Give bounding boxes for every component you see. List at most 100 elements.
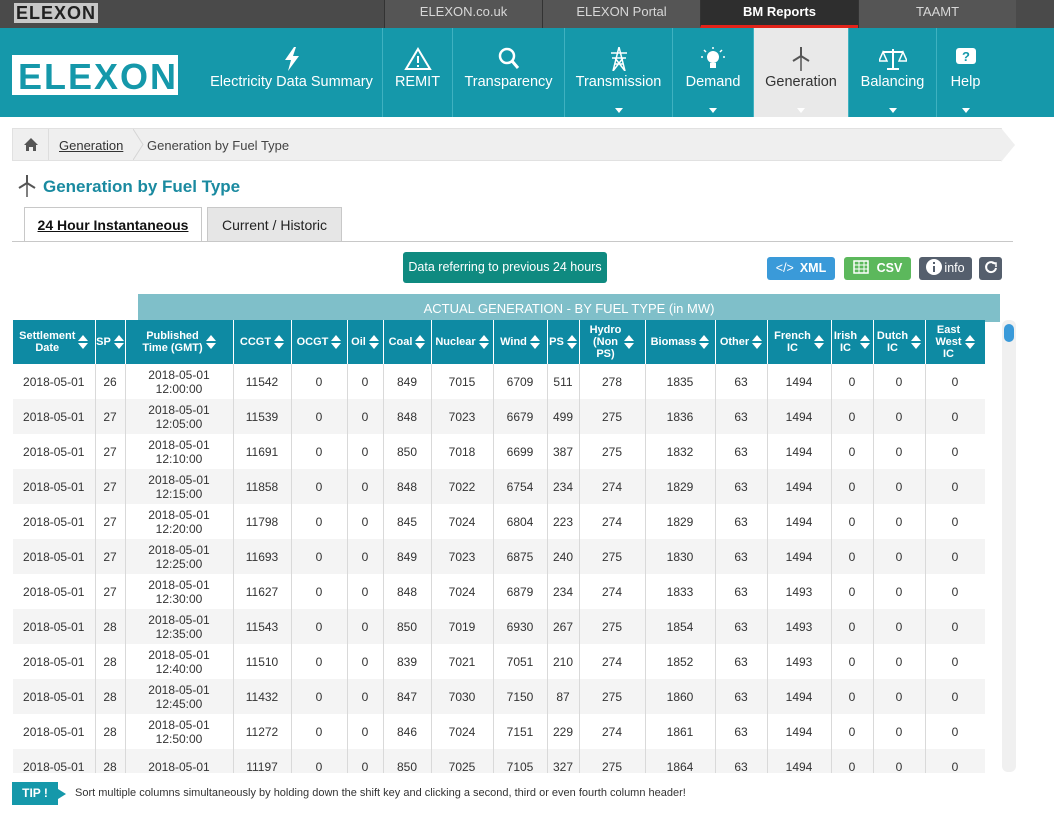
elexon-logo[interactable]: ELEXON: [12, 53, 178, 97]
cell-value: 275: [601, 619, 623, 634]
toptab-elexon-portal[interactable]: ELEXON Portal: [542, 0, 700, 28]
column-header[interactable]: Settlement Date: [13, 320, 96, 364]
table-cell: 63: [715, 539, 768, 574]
column-header[interactable]: Irish IC: [831, 320, 874, 364]
column-header[interactable]: Hydro (Non PS): [579, 320, 646, 364]
mini-logo[interactable]: ELEXON: [14, 3, 99, 23]
cell-value: 1854: [666, 619, 694, 634]
cell-value: 0: [361, 689, 369, 704]
xml-button[interactable]: </> XML: [767, 257, 835, 280]
sort-icon[interactable]: [813, 335, 824, 349]
cell-value: 0: [895, 654, 903, 669]
toptab-elexon-co-uk[interactable]: ELEXON.co.uk: [384, 0, 542, 28]
nav-generation[interactable]: Generation: [753, 28, 848, 117]
column-header[interactable]: OCGT: [291, 320, 348, 364]
cell-value: 0: [315, 514, 323, 529]
breadcrumb-generation-link[interactable]: Generation: [59, 138, 123, 153]
tab-current-historic[interactable]: Current / Historic: [207, 207, 342, 242]
table-row: 2018-05-01 28 2018-05-01 12:50:00 11272 0 0 846…: [13, 714, 985, 749]
column-header[interactable]: Oil: [347, 320, 384, 364]
cell-value: 2018-05-01: [23, 759, 85, 774]
sort-icon[interactable]: [78, 335, 89, 349]
info-button[interactable]: info: [919, 257, 972, 280]
table-cell: 28: [95, 714, 126, 749]
scrollbar-thumb[interactable]: [1004, 324, 1014, 342]
table-cell: 0: [925, 679, 985, 714]
table-scrollbar[interactable]: [1002, 320, 1016, 772]
cell-value: 7030: [448, 689, 476, 704]
sort-icon[interactable]: [368, 335, 379, 349]
column-header[interactable]: Coal: [383, 320, 432, 364]
toptab-bm-reports[interactable]: BM Reports: [700, 0, 858, 28]
column-header[interactable]: Other: [715, 320, 768, 364]
column-header[interactable]: Published Time (GMT): [125, 320, 234, 364]
table-cell: 0: [831, 364, 874, 399]
cell-value: 7015: [448, 374, 476, 389]
table-cell: 27: [95, 399, 126, 434]
column-header[interactable]: Biomass: [645, 320, 716, 364]
cell-value: 0: [361, 654, 369, 669]
tab-24-hour-instantaneous[interactable]: 24 Hour Instantaneous: [24, 207, 202, 242]
sort-icon[interactable]: [205, 335, 216, 349]
cell-value: 7051: [506, 654, 534, 669]
table-cell: 848: [383, 469, 432, 504]
column-header[interactable]: East West IC: [925, 320, 985, 364]
table-row: 2018-05-01 27 2018-05-01 12:30:00 11627 0 0 848…: [13, 574, 985, 609]
refresh-button[interactable]: [979, 257, 1002, 280]
nav-remit[interactable]: REMIT: [382, 28, 452, 117]
cell-value: 845: [396, 514, 418, 529]
table-cell: 274: [579, 504, 646, 539]
sort-icon[interactable]: [415, 335, 426, 349]
cell-value: 0: [951, 619, 959, 634]
breadcrumb: Generation Generation by Fuel Type: [12, 128, 1015, 162]
column-header[interactable]: Wind: [493, 320, 548, 364]
table-cell: 0: [925, 609, 985, 644]
nav-balancing[interactable]: Balancing: [848, 28, 936, 117]
nav-help[interactable]: ? Help: [936, 28, 994, 117]
sort-icon[interactable]: [331, 335, 342, 349]
nav-label: Electricity Data Summary: [210, 74, 373, 90]
table-cell: 0: [831, 539, 874, 574]
cell-value: 0: [315, 689, 323, 704]
nav-electricity-data-summary[interactable]: Electricity Data Summary: [201, 28, 382, 117]
cell-value: 2018-05-01: [148, 759, 210, 774]
table-cell: 6699: [493, 434, 548, 469]
column-header[interactable]: Dutch IC: [873, 320, 926, 364]
sort-icon[interactable]: [911, 335, 922, 349]
nav-demand[interactable]: Demand: [672, 28, 753, 117]
cell-value: 0: [315, 409, 323, 424]
cell-value: 0: [895, 479, 903, 494]
sort-icon[interactable]: [113, 335, 124, 349]
sort-icon[interactable]: [752, 335, 763, 349]
sort-icon[interactable]: [860, 335, 871, 349]
sort-icon[interactable]: [566, 335, 577, 349]
column-header[interactable]: Nuclear: [431, 320, 494, 364]
column-header[interactable]: PS: [547, 320, 580, 364]
toptab-taamt[interactable]: TAAMT: [858, 0, 1016, 28]
cell-value: 12:15:00: [155, 486, 203, 501]
column-header[interactable]: SP: [95, 320, 126, 364]
table-cell: 0: [347, 399, 384, 434]
table-cell: 0: [831, 399, 874, 434]
home-icon[interactable]: [13, 129, 49, 160]
cell-value: 1832: [666, 444, 694, 459]
csv-button[interactable]: CSV: [844, 257, 911, 280]
nav-transmission[interactable]: Transmission: [564, 28, 672, 117]
nav-transparency[interactable]: Transparency: [452, 28, 564, 117]
cell-value: 2018-05-01: [148, 472, 210, 487]
cell-value: 0: [895, 514, 903, 529]
table-cell: 63: [715, 609, 768, 644]
sort-icon[interactable]: [964, 335, 975, 349]
sort-icon[interactable]: [274, 335, 285, 349]
sort-icon[interactable]: [478, 335, 489, 349]
cell-value: 11272: [245, 724, 279, 739]
sort-icon[interactable]: [529, 335, 540, 349]
column-header[interactable]: French IC: [767, 320, 832, 364]
column-header[interactable]: CCGT: [233, 320, 292, 364]
sort-icon[interactable]: [624, 335, 635, 349]
cell-value: 11627: [245, 584, 279, 599]
cell-value: 1494: [785, 514, 813, 529]
sort-icon[interactable]: [699, 335, 710, 349]
table-cell: 0: [347, 644, 384, 679]
chevron-down-icon: [797, 108, 805, 113]
